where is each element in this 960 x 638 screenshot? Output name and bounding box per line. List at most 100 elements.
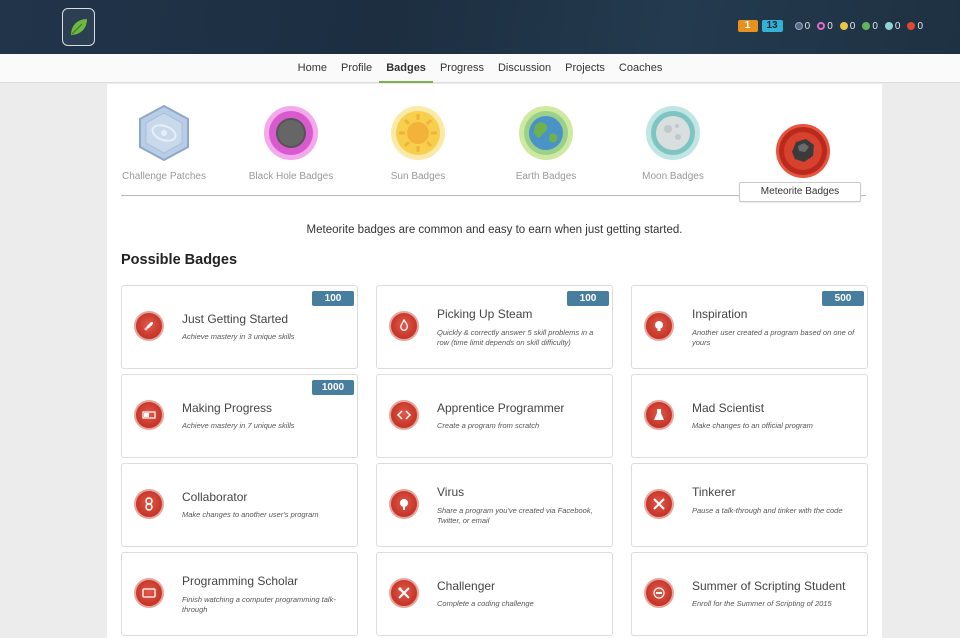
badge-description: Pause a talk-through and tinker with the…	[692, 506, 843, 515]
category-black-hole[interactable]: Black Hole Badges	[231, 104, 351, 182]
badge-card[interactable]: Picking Up Steam Quickly & correctly ans…	[376, 285, 613, 369]
badge-description: Achieve mastery in 7 unique skills	[182, 421, 295, 430]
badge-title: Collaborator	[182, 490, 248, 504]
moon-icon	[646, 106, 700, 160]
badge-title: Virus	[437, 485, 465, 499]
sun-icon	[391, 106, 445, 160]
badge-description: Finish watching a computer programming t…	[182, 595, 336, 614]
category-description: Meteorite badges are common and easy to …	[306, 224, 683, 236]
points-badge: 100	[567, 291, 609, 306]
category-earth[interactable]: Earth Badges	[486, 104, 606, 182]
sun-badge-count-icon	[839, 22, 848, 30]
badge-card[interactable]: Just Getting Started Achieve mastery in …	[121, 285, 358, 369]
badge-count-meteorite: 0	[794, 21, 810, 32]
black-hole-icon	[264, 106, 318, 160]
badge-description: Another user created a program based on …	[692, 328, 855, 347]
chain-link-icon	[134, 489, 164, 519]
badge-card[interactable]: Programming Scholar Finish watching a co…	[121, 552, 358, 636]
badge-category-selector: Challenge Patches Black Hole Badges Sun …	[104, 84, 882, 202]
nav-projects[interactable]: Projects	[558, 54, 612, 83]
user-stats: 1 13 0 0 0 0 0 0	[737, 20, 927, 32]
category-meteorite[interactable]	[743, 122, 863, 185]
lightbulb-icon	[644, 311, 674, 341]
badge-title: Mad Scientist	[692, 401, 765, 415]
wrench-icon	[389, 578, 419, 608]
badge-description: Achieve mastery in 3 unique skills	[182, 332, 295, 341]
badge-description: Make changes to another user's program	[182, 510, 319, 519]
leaf-icon	[70, 19, 87, 35]
points-badge: 100	[312, 291, 354, 306]
badge-description: Share a program you've created via Faceb…	[437, 506, 593, 525]
flask-icon	[644, 400, 674, 430]
category-sun[interactable]: Sun Badges	[358, 104, 478, 182]
profile-nav: Home Profile Badges Progress Discussion …	[0, 54, 960, 83]
nav-progress[interactable]: Progress	[433, 54, 491, 83]
category-label: Earth Badges	[515, 171, 577, 182]
badge-description: Enroll for the Summer of Scripting of 20…	[692, 599, 832, 608]
nav-profile[interactable]: Profile	[334, 54, 379, 83]
badge-title: Inspiration	[692, 307, 748, 321]
energy-points-badge: 1	[737, 20, 758, 32]
badge-title: Programming Scholar	[182, 574, 299, 588]
nav-coaches[interactable]: Coaches	[612, 54, 669, 83]
badge-card[interactable]: Tinkerer Pause a talk-through and tinker…	[631, 463, 868, 547]
category-challenge-patches[interactable]: Challenge Patches	[104, 104, 224, 182]
badge-count-black-hole: 0	[817, 21, 833, 32]
category-label: Moon Badges	[642, 171, 704, 182]
badge-count-moon: 0	[884, 21, 900, 32]
badge-card[interactable]: Mad Scientist Make changes to an officia…	[631, 374, 868, 458]
flame-icon	[389, 311, 419, 341]
badge-card[interactable]: Apprentice Programmer Create a program f…	[376, 374, 613, 458]
badge-title: Tinkerer	[692, 485, 736, 499]
challenge-patch-icon	[139, 104, 189, 162]
black-hole-badge-count-icon	[817, 22, 826, 30]
tools-icon	[644, 489, 674, 519]
nav-home[interactable]: Home	[291, 54, 334, 83]
meteorite-badge-count-icon	[794, 22, 803, 30]
progress-bar-icon	[134, 400, 164, 430]
points-badge: 500	[822, 291, 864, 306]
code-brackets-icon	[389, 400, 419, 430]
badge-card[interactable]: Summer of Scripting Student Enroll for t…	[631, 552, 868, 636]
earth-icon	[519, 106, 573, 160]
top-header: 1 13 0 0 0 0 0 0	[0, 0, 960, 54]
section-title: Possible Badges	[121, 252, 238, 268]
badge-count-meteorite-red: 0	[907, 21, 923, 32]
rocket-icon	[134, 311, 164, 341]
points-badge: 1000	[312, 380, 354, 395]
category-label: Black Hole Badges	[248, 171, 334, 182]
badge-title: Challenger	[437, 579, 496, 593]
streak-count-badge: 13	[761, 20, 783, 32]
badge-description: Make changes to an official program	[692, 421, 813, 430]
badge-card[interactable]: Challenger Complete a coding challenge	[376, 552, 613, 636]
meteorite-badge-count-icon	[907, 22, 916, 30]
badge-title: Summer of Scripting Student	[692, 579, 846, 593]
badge-description: Create a program from scratch	[437, 421, 540, 430]
screen-icon	[134, 578, 164, 608]
badge-title: Just Getting Started	[182, 312, 289, 326]
student-icon	[644, 578, 674, 608]
category-moon[interactable]: Moon Badges	[613, 104, 733, 182]
moon-badge-count-icon	[884, 22, 893, 30]
badge-card[interactable]: Collaborator Make changes to another use…	[121, 463, 358, 547]
meteorite-icon	[776, 124, 830, 178]
badge-count-sun: 0	[839, 21, 855, 32]
badge-count-earth: 0	[862, 21, 878, 32]
badge-card[interactable]: Virus Share a program you've created via…	[376, 463, 613, 547]
badge-card[interactable]: Inspiration Another user created a progr…	[631, 285, 868, 369]
earth-badge-count-icon	[862, 22, 871, 30]
badge-title: Apprentice Programmer	[437, 401, 565, 415]
category-active-label[interactable]: Meteorite Badges	[739, 182, 861, 202]
category-label: Sun Badges	[390, 171, 446, 182]
badge-description: Complete a coding challenge	[437, 599, 534, 608]
badge-card[interactable]: Making Progress Achieve mastery in 7 uni…	[121, 374, 358, 458]
category-label: Challenge Patches	[122, 171, 206, 182]
badge-description: Quickly & correctly answer 5 skill probl…	[437, 328, 594, 347]
badge-title: Picking Up Steam	[437, 307, 533, 321]
badges-panel: Challenge Patches Black Hole Badges Sun …	[107, 84, 882, 638]
badge-title: Making Progress	[182, 401, 273, 415]
leaf-logo[interactable]	[62, 8, 95, 46]
virus-icon	[389, 489, 419, 519]
nav-discussion[interactable]: Discussion	[491, 54, 558, 83]
nav-badges[interactable]: Badges	[379, 54, 433, 83]
